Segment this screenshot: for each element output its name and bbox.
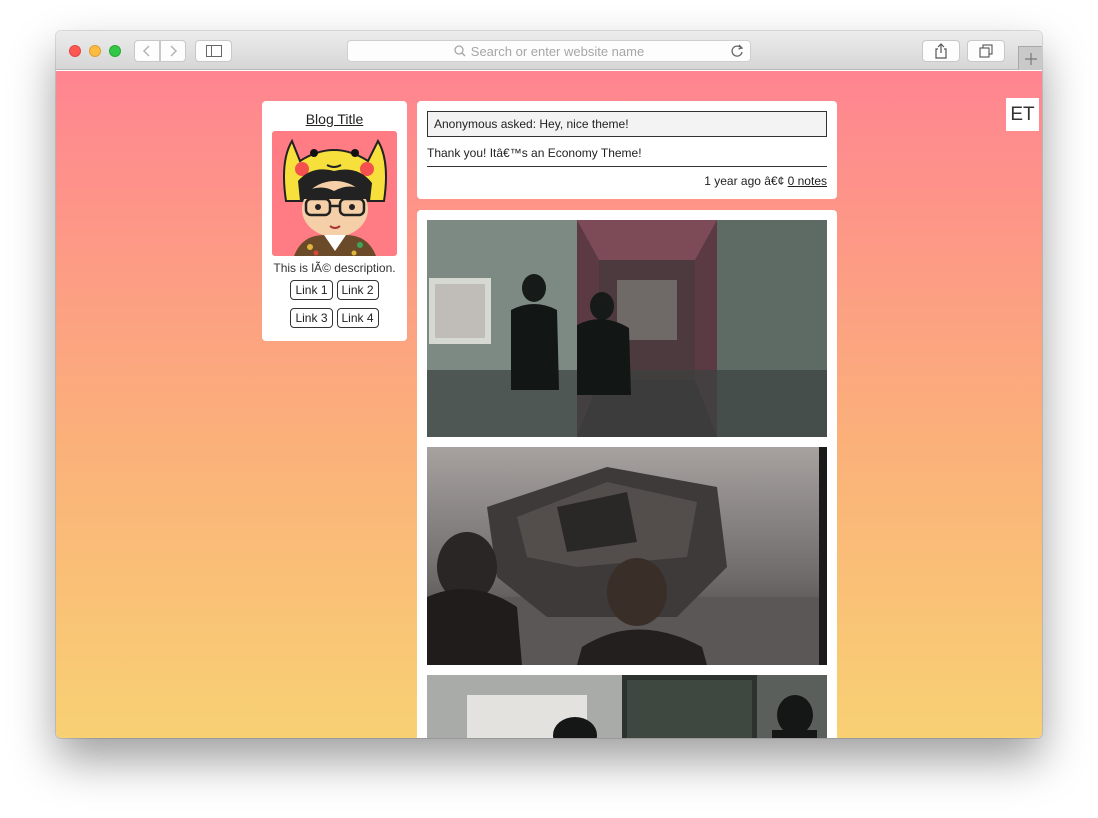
sidebar-icon — [205, 45, 222, 57]
sidebar-toggle-button[interactable] — [195, 40, 232, 62]
sidebar-link-1[interactable]: Link 1 — [290, 280, 333, 300]
chevron-right-icon — [170, 45, 178, 57]
post-meta: 1 year ago â€¢ 0 notes — [704, 174, 827, 188]
notes-link[interactable]: 0 notes — [788, 174, 827, 188]
address-bar[interactable]: Search or enter website name — [347, 40, 751, 62]
blog-sidebar: Blog Title This is lÃ© description. Link… — [262, 101, 407, 341]
chevron-left-icon — [142, 45, 150, 57]
new-tab-button[interactable] — [1018, 46, 1042, 70]
reload-icon[interactable] — [730, 44, 744, 61]
tabs-overview-button[interactable] — [967, 40, 1005, 62]
post-divider — [427, 166, 827, 167]
tabs-icon — [979, 44, 993, 58]
share-button[interactable] — [922, 40, 960, 62]
page-viewport: Blog Title This is lÃ© description. Link… — [56, 71, 1042, 738]
browser-toolbar: Search or enter website name — [56, 31, 1042, 70]
sidebar-link-4[interactable]: Link 4 — [336, 308, 379, 328]
address-placeholder: Search or enter website name — [470, 43, 645, 59]
search-icon — [454, 45, 466, 57]
blog-description: This is lÃ© description. — [273, 261, 396, 275]
sidebar-links-row-1: Link 1 Link 2 — [262, 280, 407, 300]
blog-title-link[interactable]: Blog Title — [262, 111, 407, 127]
sidebar-link-2[interactable]: Link 2 — [336, 280, 379, 300]
forward-button[interactable] — [160, 40, 186, 62]
ask-post: Anonymous asked: Hey, nice theme! Thank … — [417, 101, 837, 199]
post-timestamp: 1 year ago â€¢ — [704, 174, 785, 188]
zoom-window-button[interactable] — [109, 45, 121, 57]
share-icon — [935, 43, 947, 59]
sidebar-links-row-2: Link 3 Link 4 — [262, 308, 407, 328]
minimize-window-button[interactable] — [89, 45, 101, 57]
avatar — [272, 131, 397, 256]
ask-answer: Thank you! Itâ€™s an Economy Theme! — [427, 146, 642, 160]
photo-1[interactable] — [427, 220, 827, 437]
browser-window: Search or enter website name Blog Title — [56, 31, 1042, 738]
sidebar-link-3[interactable]: Link 3 — [290, 308, 333, 328]
corner-badge[interactable]: ET — [1006, 98, 1039, 131]
ask-question: Anonymous asked: Hey, nice theme! — [427, 111, 827, 137]
close-window-button[interactable] — [69, 45, 81, 57]
back-button[interactable] — [134, 40, 160, 62]
plus-icon — [1024, 52, 1037, 65]
photo-3[interactable] — [427, 675, 827, 738]
photoset-post — [417, 210, 837, 738]
photo-2[interactable] — [427, 447, 827, 665]
